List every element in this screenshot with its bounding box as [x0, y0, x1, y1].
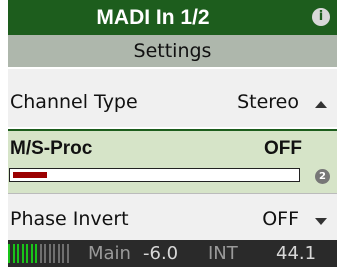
- info-icon[interactable]: i: [312, 8, 330, 26]
- ms-proc-value[interactable]: OFF: [264, 138, 302, 160]
- meter-segment: [8, 244, 10, 263]
- status-clock: INT: [208, 243, 238, 264]
- ms-proc-row[interactable]: M/S-Proc OFF 2: [8, 129, 337, 193]
- phase-invert-value[interactable]: OFF: [262, 208, 299, 230]
- status-main: Main: [88, 243, 131, 264]
- meter-segment: [39, 244, 42, 263]
- page-title: MADI In 1/2: [96, 6, 210, 29]
- meter-segment: [53, 244, 55, 263]
- meter-segment: [57, 244, 60, 263]
- meter-segment: [26, 244, 28, 263]
- meter-segment: [35, 244, 37, 263]
- status-level: -6.0: [143, 243, 179, 264]
- meter-segment: [30, 244, 33, 263]
- status-rate: 44.1: [276, 243, 317, 264]
- channel-settings-panel: MADI In 1/2 i Settings Channel Type Ster…: [8, 0, 337, 267]
- channel-type-value[interactable]: Stereo: [237, 91, 299, 113]
- channel-type-row[interactable]: Channel Type Stereo: [8, 69, 337, 127]
- title-bar: MADI In 1/2 i: [8, 0, 337, 35]
- settings-header: Settings: [8, 35, 337, 67]
- meter-segment: [44, 244, 46, 263]
- arrow-down-icon[interactable]: [315, 218, 327, 225]
- level-meter: [8, 244, 74, 263]
- meter-segment: [21, 244, 24, 263]
- knob-icon[interactable]: 2: [315, 169, 330, 184]
- phase-invert-label: Phase Invert: [10, 208, 129, 230]
- channel-type-label: Channel Type: [10, 91, 138, 113]
- phase-invert-row[interactable]: Phase Invert OFF: [8, 193, 337, 241]
- meter-segment: [12, 244, 15, 263]
- meter-segment: [66, 244, 69, 263]
- arrow-up-icon[interactable]: [315, 101, 327, 108]
- meter-segment: [17, 244, 19, 263]
- meter-segment: [62, 244, 64, 263]
- level-bar-fill: [13, 172, 47, 178]
- ms-proc-label: M/S-Proc: [10, 138, 93, 159]
- meter-segment: [48, 244, 51, 263]
- ms-proc-level-bar[interactable]: [9, 168, 300, 182]
- status-bar: Main -6.0 INT 44.1: [8, 240, 337, 267]
